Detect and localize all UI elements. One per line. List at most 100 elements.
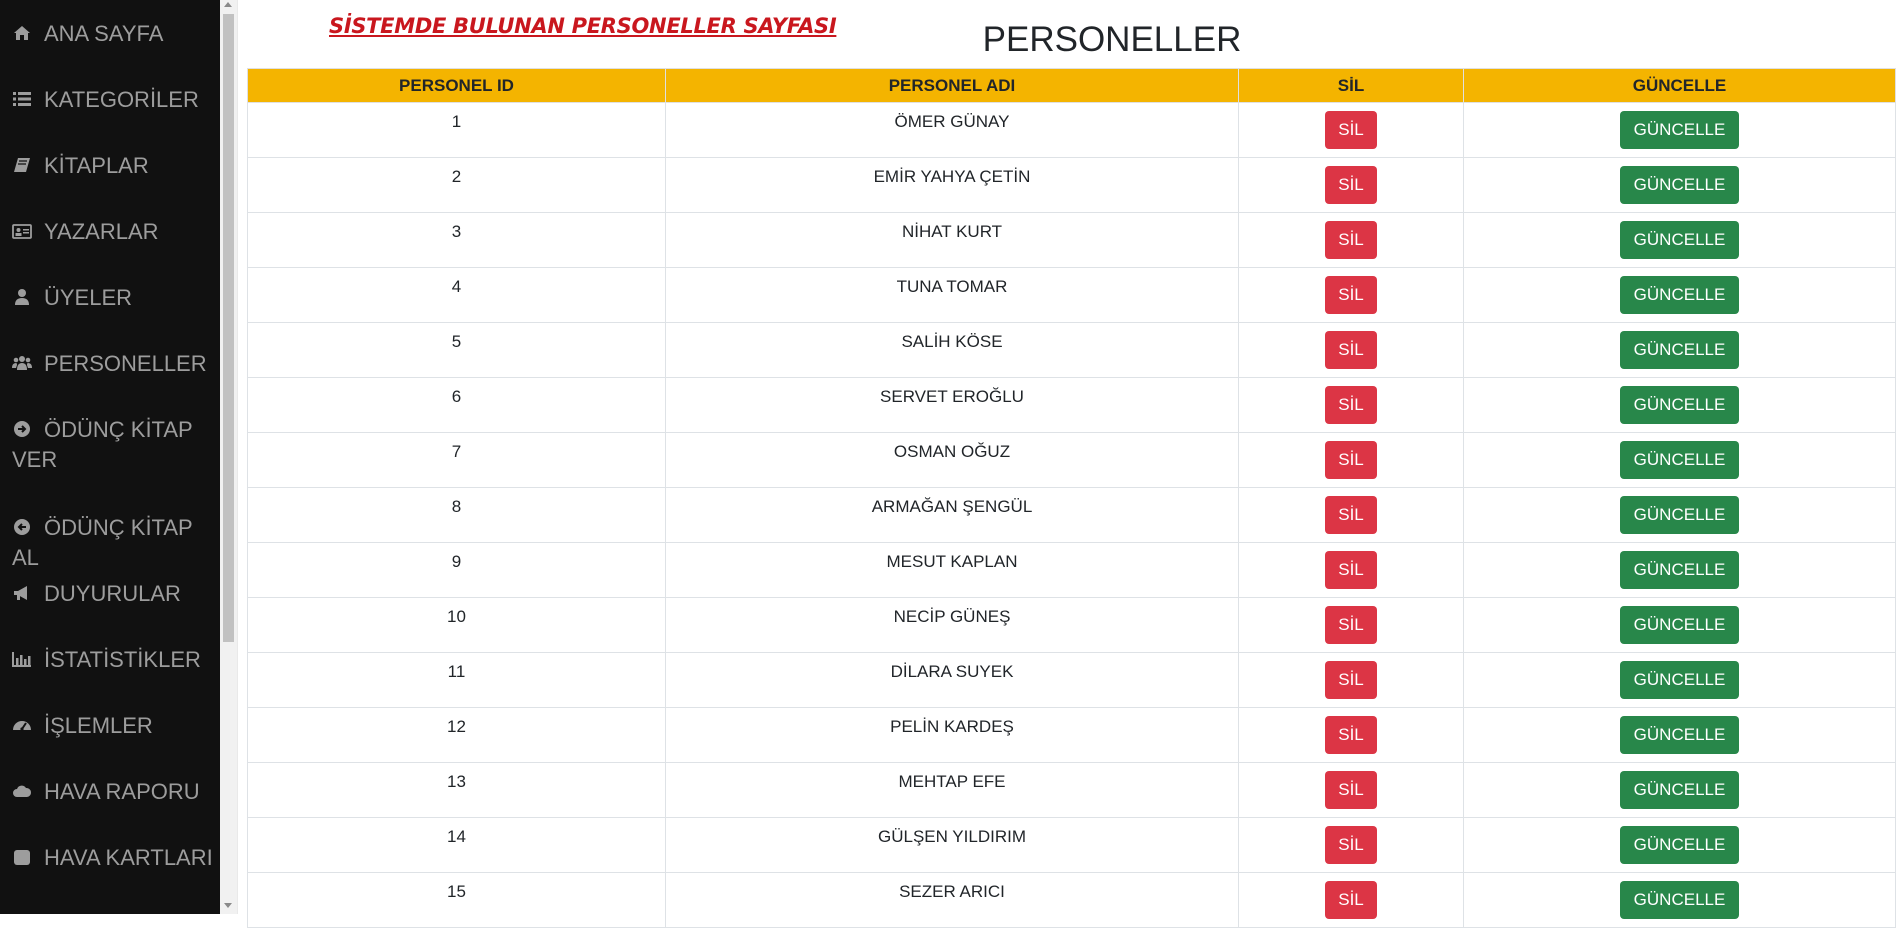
table-row: 2 EMİR YAHYA ÇETİN SİL GÜNCELLE xyxy=(247,157,1896,213)
delete-button[interactable]: SİL xyxy=(1325,881,1377,919)
delete-button[interactable]: SİL xyxy=(1325,166,1377,204)
table-row: 8 ARMAĞAN ŞENGÜL SİL GÜNCELLE xyxy=(247,487,1896,543)
delete-button[interactable]: SİL xyxy=(1325,551,1377,589)
sidebar-item-label: ÖDÜNÇ KİTAP VER xyxy=(12,417,193,472)
sidebar-item-kategoriler[interactable]: KATEGORİLER xyxy=(12,85,217,115)
update-cell: GÜNCELLE xyxy=(1463,377,1896,433)
id-card-icon xyxy=(12,219,34,239)
square-icon xyxy=(12,845,34,865)
personnel-id-cell: 13 xyxy=(247,762,666,818)
update-button[interactable]: GÜNCELLE xyxy=(1619,386,1740,424)
sidebar-item-islemler[interactable]: İŞLEMLER xyxy=(12,711,217,741)
delete-button[interactable]: SİL xyxy=(1325,606,1377,644)
scrollbar-thumb[interactable] xyxy=(223,14,234,642)
sidebar-item-hava-raporu[interactable]: HAVA RAPORU xyxy=(12,777,217,807)
update-cell: GÜNCELLE xyxy=(1463,817,1896,873)
delete-button[interactable]: SİL xyxy=(1325,441,1377,479)
update-button[interactable]: GÜNCELLE xyxy=(1619,661,1740,699)
delete-button[interactable]: SİL xyxy=(1325,221,1377,259)
book-icon xyxy=(12,153,34,173)
update-button[interactable]: GÜNCELLE xyxy=(1619,551,1740,589)
update-button[interactable]: GÜNCELLE xyxy=(1619,331,1740,369)
delete-cell: SİL xyxy=(1238,597,1464,653)
update-button[interactable]: GÜNCELLE xyxy=(1619,716,1740,754)
update-button[interactable]: GÜNCELLE xyxy=(1619,166,1740,204)
delete-button[interactable]: SİL xyxy=(1325,771,1377,809)
personnel-name-cell: OSMAN OĞUZ xyxy=(665,432,1239,488)
page-subtitle: SİSTEMDE BULUNAN PERSONELLER SAYFASI xyxy=(329,14,837,38)
sidebar-item-personeller[interactable]: PERSONELLER xyxy=(12,349,217,379)
sidebar-item-odunc-kitap-ver[interactable]: ÖDÜNÇ KİTAP VER xyxy=(12,415,217,475)
delete-button[interactable]: SİL xyxy=(1325,111,1377,149)
sidebar-item-duyurular[interactable]: DUYURULAR xyxy=(12,579,217,609)
sidebar-item-odunc-kitap-al[interactable]: ÖDÜNÇ KİTAP AL xyxy=(12,513,217,573)
update-button[interactable]: GÜNCELLE xyxy=(1619,276,1740,314)
sidebar-item-label: KATEGORİLER xyxy=(44,87,199,112)
sidebar-item-label: KİTAPLAR xyxy=(44,153,149,178)
arrow-circle-right-icon xyxy=(12,417,34,437)
delete-button[interactable]: SİL xyxy=(1325,331,1377,369)
sidebar-item-label: ÖDÜNÇ KİTAP AL xyxy=(12,515,193,570)
table-row: 15 SEZER ARICI SİL GÜNCELLE xyxy=(247,872,1896,928)
personnel-name-cell: MESUT KAPLAN xyxy=(665,542,1239,598)
delete-button[interactable]: SİL xyxy=(1325,661,1377,699)
bullhorn-icon xyxy=(12,581,34,601)
update-button[interactable]: GÜNCELLE xyxy=(1619,606,1740,644)
column-header-name: PERSONEL ADI xyxy=(665,68,1239,103)
personnel-id-cell: 8 xyxy=(247,487,666,543)
update-button[interactable]: GÜNCELLE xyxy=(1619,221,1740,259)
personnel-table: PERSONEL ID PERSONEL ADI SİL GÜNCELLE 1Ö… xyxy=(247,68,1896,928)
personnel-id-cell: 7 xyxy=(247,432,666,488)
sidebar-item-label: ÜYELER xyxy=(44,285,133,310)
delete-cell: SİL xyxy=(1238,542,1464,598)
delete-cell: SİL xyxy=(1238,487,1464,543)
delete-button[interactable]: SİL xyxy=(1325,276,1377,314)
sidebar-item-label: DUYURULAR xyxy=(44,581,181,606)
personnel-name-cell: ARMAĞAN ŞENGÜL xyxy=(665,487,1239,543)
sidebar-item-label: İŞLEMLER xyxy=(44,713,153,738)
sidebar-item-kitaplar[interactable]: KİTAPLAR xyxy=(12,151,217,181)
scroll-up-arrow-icon[interactable] xyxy=(224,2,232,7)
personnel-id-cell: 12 xyxy=(247,707,666,763)
personnel-id-cell: 14 xyxy=(247,817,666,873)
personnel-id-cell: 4 xyxy=(247,267,666,323)
delete-button[interactable]: SİL xyxy=(1325,716,1377,754)
delete-cell: SİL xyxy=(1238,377,1464,433)
update-button[interactable]: GÜNCELLE xyxy=(1619,826,1740,864)
update-button[interactable]: GÜNCELLE xyxy=(1619,441,1740,479)
personnel-id-cell: 10 xyxy=(247,597,666,653)
sidebar-item-istatistikler[interactable]: İSTATİSTİKLER xyxy=(12,645,217,675)
sidebar-item-uyeler[interactable]: ÜYELER xyxy=(12,283,217,313)
personnel-id-cell: 1 xyxy=(247,102,666,158)
list-icon xyxy=(12,87,34,107)
table-row: 14 GÜLŞEN YILDIRIM SİL GÜNCELLE xyxy=(247,817,1896,873)
update-button[interactable]: GÜNCELLE xyxy=(1619,496,1740,534)
update-button[interactable]: GÜNCELLE xyxy=(1619,111,1740,149)
delete-button[interactable]: SİL xyxy=(1325,386,1377,424)
personnel-name-cell: ÖMER GÜNAY xyxy=(665,102,1239,158)
update-cell: GÜNCELLE xyxy=(1463,872,1896,928)
personnel-id-cell: 3 xyxy=(247,212,666,268)
sidebar-item-ana-sayfa[interactable]: ANA SAYFA xyxy=(12,19,217,49)
personnel-name-cell: EMİR YAHYA ÇETİN xyxy=(665,157,1239,213)
scroll-down-arrow-icon[interactable] xyxy=(224,903,232,908)
table-row: 13 MEHTAP EFE SİL GÜNCELLE xyxy=(247,762,1896,818)
delete-cell: SİL xyxy=(1238,322,1464,378)
delete-button[interactable]: SİL xyxy=(1325,826,1377,864)
sidebar-item-label: HAVA RAPORU xyxy=(44,779,200,804)
sidebar-scrollbar[interactable] xyxy=(220,0,237,914)
personnel-name-cell: SALİH KÖSE xyxy=(665,322,1239,378)
update-cell: GÜNCELLE xyxy=(1463,652,1896,708)
sidebar-item-yazarlar[interactable]: YAZARLAR xyxy=(12,217,217,247)
update-button[interactable]: GÜNCELLE xyxy=(1619,771,1740,809)
delete-cell: SİL xyxy=(1238,872,1464,928)
sidebar-item-hava-kartlari[interactable]: HAVA KARTLARI xyxy=(12,843,217,873)
delete-cell: SİL xyxy=(1238,432,1464,488)
table-header-row: PERSONEL ID PERSONEL ADI SİL GÜNCELLE xyxy=(247,68,1896,103)
update-button[interactable]: GÜNCELLE xyxy=(1619,881,1740,919)
update-cell: GÜNCELLE xyxy=(1463,762,1896,818)
table-row: 10 NECİP GÜNEŞ SİL GÜNCELLE xyxy=(247,597,1896,653)
delete-button[interactable]: SİL xyxy=(1325,496,1377,534)
divider xyxy=(237,0,238,914)
sidebar-item-label: PERSONELLER xyxy=(44,351,207,376)
